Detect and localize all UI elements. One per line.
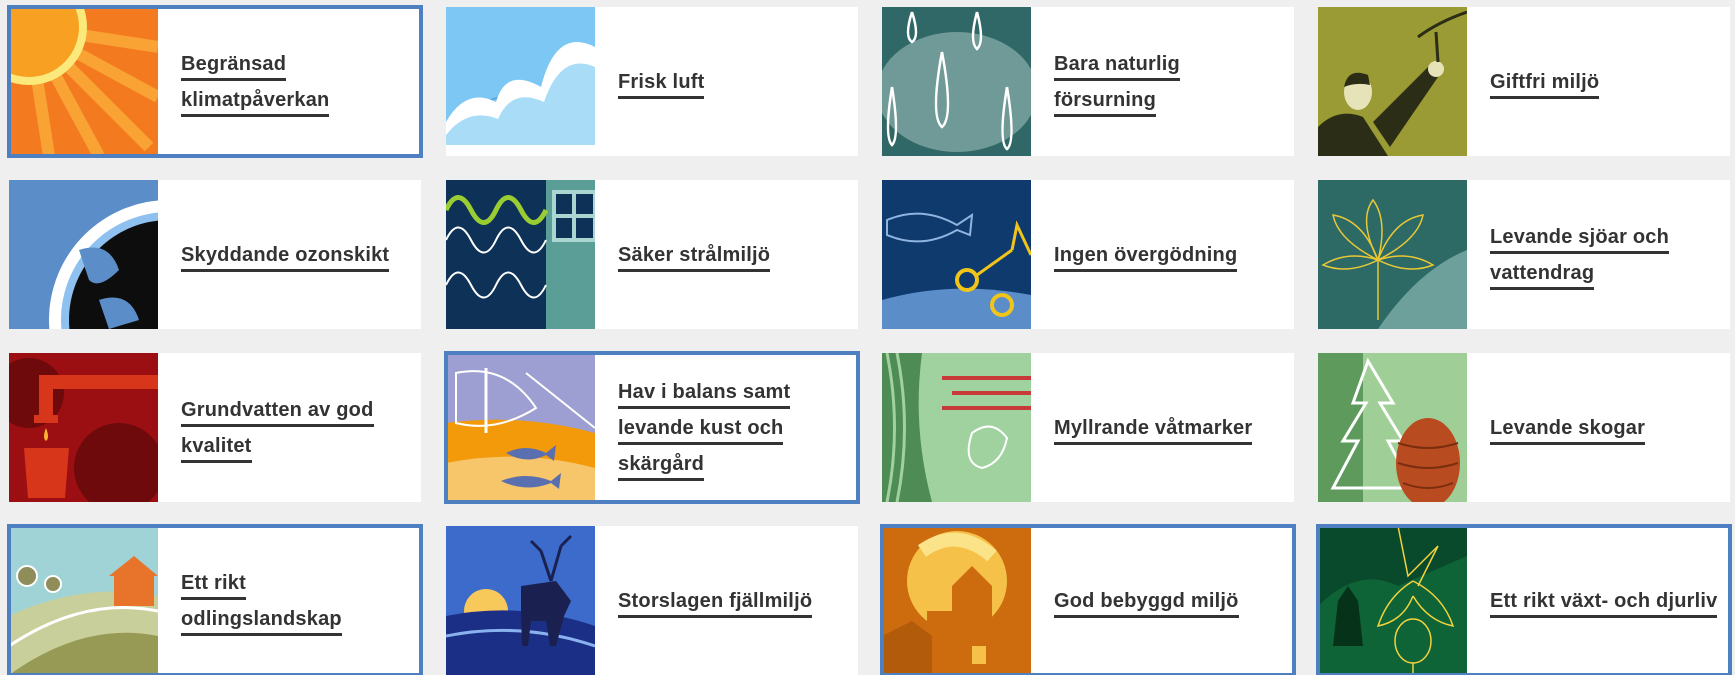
goal-card-god-bebyggd-miljo[interactable]: God bebyggd miljö — [880, 524, 1296, 675]
water-tap-icon — [9, 353, 158, 502]
goal-card-myllrande-vatmarker[interactable]: Myllrande våtmarker — [882, 353, 1294, 502]
water-lily-icon — [1318, 180, 1467, 329]
farmland-icon — [9, 526, 158, 675]
goal-card-begransad-klimatpaverkan[interactable]: Begränsad klimatpåverkan — [7, 5, 423, 158]
globe-icon — [9, 180, 158, 329]
goal-card-skyddande-ozonskikt[interactable]: Skyddande ozonskikt — [9, 180, 421, 329]
sun-icon — [9, 7, 158, 156]
goal-card-hav-i-balans[interactable]: Hav i balans samt levande kust och skärg… — [444, 351, 860, 504]
goal-card-bara-naturlig-forsurning[interactable]: Bara naturlig försurning — [882, 7, 1294, 156]
goal-card-label: Frisk luft — [618, 70, 705, 99]
goal-card-label: Myllrande våtmarker — [1054, 416, 1253, 445]
person-branch-icon — [1318, 7, 1467, 156]
goal-card-label: Storslagen fjällmiljö — [618, 589, 813, 618]
reindeer-icon — [446, 526, 595, 675]
goal-card-label: Bara naturlig försurning — [1054, 52, 1180, 117]
goal-card-label: Levande sjöar och vattendrag — [1490, 225, 1670, 290]
lynx-orchid-icon — [1318, 526, 1467, 675]
raindrops-icon — [882, 7, 1031, 156]
goal-card-label: Giftfri miljö — [1490, 70, 1600, 99]
goal-card-label: Säker strålmiljö — [618, 243, 771, 272]
goal-card-ett-rikt-odlingslandskap[interactable]: Ett rikt odlingslandskap — [7, 524, 423, 675]
goal-card-label: Levande skogar — [1490, 416, 1646, 445]
environmental-goals-grid: Begränsad klimatpåverkan Frisk luft Bara… — [0, 0, 1735, 675]
frog-icon — [882, 353, 1031, 502]
goal-card-label: Grundvatten av god kvalitet — [181, 398, 374, 463]
goal-card-ingen-overgodning[interactable]: Ingen övergödning — [882, 180, 1294, 329]
goal-card-label: Ingen övergödning — [1054, 243, 1238, 272]
goal-card-frisk-luft[interactable]: Frisk luft — [446, 7, 858, 156]
cloud-icon — [446, 7, 595, 156]
goal-card-levande-sjoar[interactable]: Levande sjöar och vattendrag — [1318, 180, 1730, 329]
house-icon — [882, 526, 1031, 675]
fish-icon — [882, 180, 1031, 329]
goal-card-label: Hav i balans samt levande kust och skärg… — [618, 380, 791, 481]
goal-card-label: God bebyggd miljö — [1054, 589, 1239, 618]
goal-card-ett-rikt-vaxt-och-djurliv[interactable]: Ett rikt växt- och djurliv — [1316, 524, 1732, 675]
tree-pinecone-icon — [1318, 353, 1467, 502]
goal-card-label: Ett rikt odlingslandskap — [181, 571, 342, 636]
goal-card-storslagen-fjallmiljo[interactable]: Storslagen fjällmiljö — [446, 526, 858, 675]
goal-card-levande-skogar[interactable]: Levande skogar — [1318, 353, 1730, 502]
goal-card-giftfri-miljo[interactable]: Giftfri miljö — [1318, 7, 1730, 156]
goal-card-label: Begränsad klimatpåverkan — [181, 52, 330, 117]
radiation-waves-icon — [446, 180, 595, 329]
goal-card-saker-stralmiljo[interactable]: Säker strålmiljö — [446, 180, 858, 329]
boat-fish-icon — [446, 353, 595, 502]
goal-card-label: Skyddande ozonskikt — [181, 243, 390, 272]
goal-card-label: Ett rikt växt- och djurliv — [1490, 589, 1718, 618]
goal-card-grundvatten[interactable]: Grundvatten av god kvalitet — [9, 353, 421, 502]
